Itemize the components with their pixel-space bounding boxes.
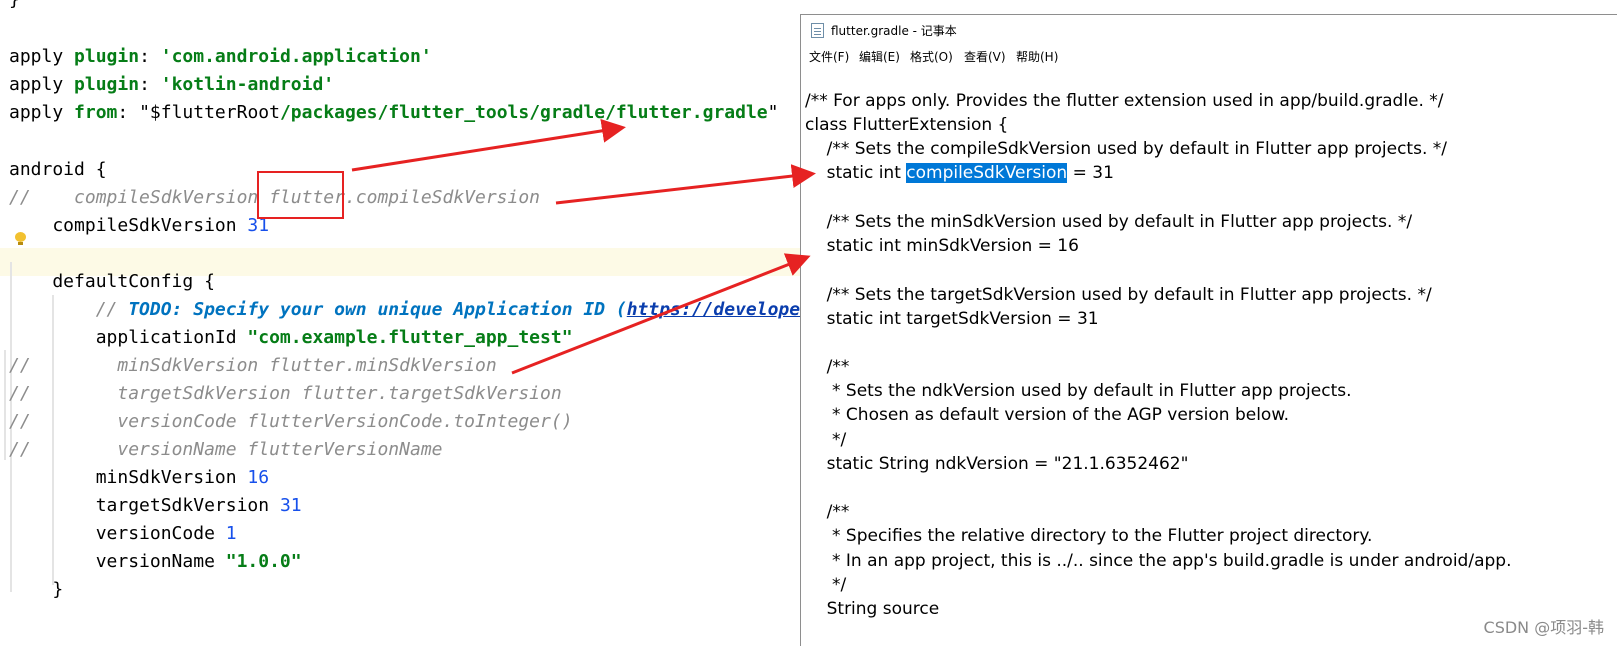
- text-line: * Chosen as default version of the AGP v…: [805, 405, 1290, 425]
- text-line: /** Sets the targetSdkVersion used by de…: [805, 285, 1432, 305]
- text-line: /**: [805, 502, 850, 522]
- text-line: static int targetSdkVersion = 31: [805, 309, 1099, 329]
- code-line: applicationId "com.example.flutter_app_t…: [9, 327, 573, 348]
- text-line: /**: [805, 357, 850, 377]
- title-bar: flutter.gradle - 记事本: [801, 15, 1617, 45]
- code-line: // targetSdkVersion flutter.targetSdkVer…: [9, 383, 562, 404]
- code-line: versionName "1.0.0": [9, 551, 302, 572]
- annotation-box: [257, 171, 344, 219]
- fold-guide: [4, 350, 6, 460]
- menu-file[interactable]: 文件(F): [809, 48, 849, 65]
- text-line: * In an app project, this is ../.. since…: [805, 551, 1512, 571]
- code-line: apply from: "$flutterRoot/packages/flutt…: [9, 102, 779, 123]
- notepad-window: flutter.gradle - 记事本 文件(F) 编辑(E) 格式(O) 查…: [800, 14, 1617, 646]
- code-line: targetSdkVersion 31: [9, 495, 302, 516]
- code-line: // versionName flutterVersionName: [9, 439, 443, 460]
- text-line: * Specifies the relative directory to th…: [805, 526, 1373, 546]
- menu-format[interactable]: 格式(O): [910, 48, 953, 65]
- code-line: apply plugin: 'com.android.application': [9, 46, 432, 67]
- menu-edit[interactable]: 编辑(E): [859, 48, 900, 65]
- menu-bar: 文件(F) 编辑(E) 格式(O) 查看(V) 帮助(H): [801, 45, 1617, 67]
- text-line: class FlutterExtension {: [805, 115, 1009, 135]
- text-line: static String ndkVersion = "21.1.6352462…: [805, 454, 1189, 474]
- text-line: */: [805, 430, 847, 450]
- watermark: CSDN @项羽-韩: [1483, 618, 1604, 637]
- text-line: */: [805, 575, 847, 595]
- code-line: // TODO: Specify your own unique Applica…: [9, 299, 811, 320]
- text-selection: compileSdkVersion: [906, 163, 1068, 183]
- code-line: versionCode 1: [9, 523, 237, 544]
- code-line: minSdkVersion 16: [9, 467, 270, 488]
- text-line: String source: [805, 599, 940, 619]
- text-line: /** Sets the compileSdkVersion used by d…: [805, 139, 1447, 159]
- text-line: static int compileSdkVersion = 31: [805, 163, 1114, 183]
- code-line: compileSdkVersion 31: [9, 215, 270, 236]
- code-line: }: [9, 579, 64, 600]
- code-line: // versionCode flutterVersionCode.toInte…: [9, 411, 573, 432]
- code-line: apply plugin: 'kotlin-android': [9, 74, 335, 95]
- code-line: // minSdkVersion flutter.minSdkVersion: [9, 355, 497, 376]
- code-line: }: [9, 0, 20, 14]
- text-line: /** Sets the minSdkVersion used by defau…: [805, 212, 1413, 232]
- code-line: android {: [9, 159, 107, 180]
- code-line: defaultConfig {: [9, 271, 215, 292]
- menu-help[interactable]: 帮助(H): [1016, 48, 1058, 65]
- notepad-icon: [811, 23, 824, 38]
- window-title: flutter.gradle - 记事本: [831, 24, 957, 38]
- text-line: /** For apps only. Provides the flutter …: [805, 91, 1444, 111]
- text-line: static int minSdkVersion = 16: [805, 236, 1079, 256]
- menu-view[interactable]: 查看(V): [964, 48, 1006, 65]
- text-line: * Sets the ndkVersion used by default in…: [805, 381, 1352, 401]
